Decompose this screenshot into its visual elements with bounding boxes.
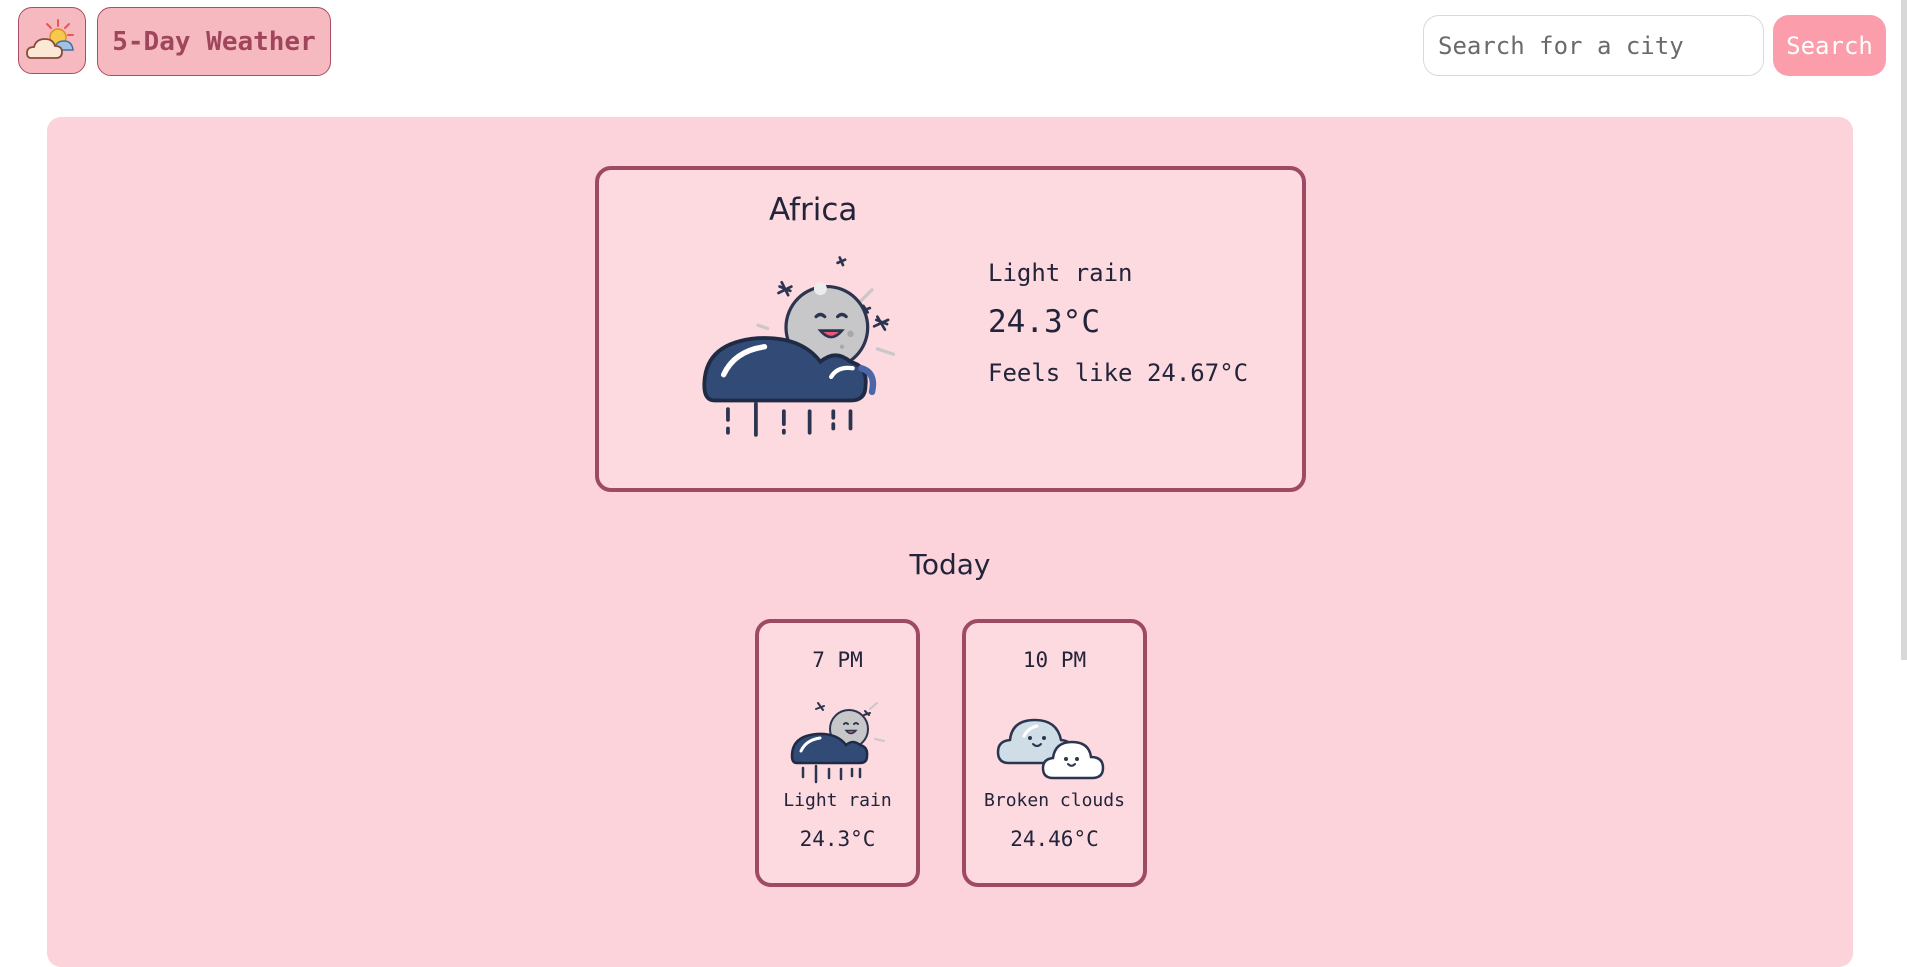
hourly-card: 10 PM Broken clouds 24.46°C (962, 619, 1147, 887)
app-logo[interactable] (18, 7, 86, 74)
current-condition: Light rain (988, 259, 1133, 287)
current-temperature: 24.3°C (988, 304, 1100, 340)
hour-description: Broken clouds (984, 790, 1125, 811)
search-button[interactable]: Search (1773, 15, 1886, 76)
hourly-card: 7 PM Light rain 24.3°C (755, 619, 920, 887)
hour-description: Light rain (783, 790, 892, 811)
today-heading: Today (909, 548, 991, 581)
feels-like: Feels like 24.67°C (988, 359, 1249, 387)
hour-time: 10 PM (1022, 648, 1087, 672)
city-name: Africa (769, 192, 858, 228)
hour-time: 7 PM (812, 648, 863, 672)
page-scrollbar[interactable] (1901, 0, 1907, 660)
moon-light-rain-icon (702, 256, 896, 437)
hour-temperature: 24.3°C (799, 827, 876, 851)
hour-temperature: 24.46°C (1010, 827, 1099, 851)
moon-light-rain-icon (790, 702, 885, 784)
app-title[interactable]: 5-Day Weather (97, 7, 331, 76)
broken-clouds-icon (996, 718, 1105, 780)
search-input[interactable] (1423, 15, 1764, 76)
partly-cloudy-sun-icon (26, 18, 74, 59)
